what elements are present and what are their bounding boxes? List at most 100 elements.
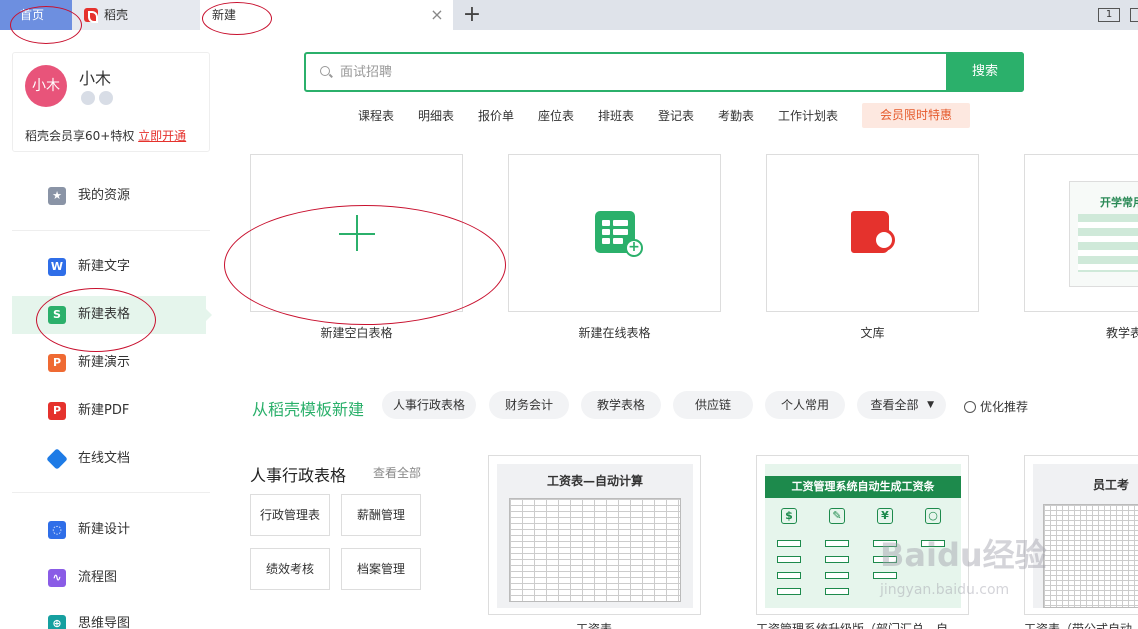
sidebar-divider [12,492,210,493]
keyword-link[interactable]: 登记表 [658,108,694,124]
tag-performance[interactable]: 绩效考核 [250,548,330,590]
tab-daoke-label: 稻壳 [104,8,129,22]
thumb-preview-title: 工资表—自动计算 [546,474,643,488]
chip-finance[interactable]: 财务会计 [489,391,569,419]
teaching-sheet-card[interactable]: 开学常用 [1024,154,1138,312]
mindmap-icon: ⊕ [48,615,66,629]
tab-home[interactable]: 首页 [0,0,72,30]
library-card[interactable] [766,154,979,312]
sidebar-item-my-resources[interactable]: ★ 我的资源 [12,177,206,215]
window-layout-icon[interactable]: 1 [1098,8,1120,22]
sidebar-item-online-doc[interactable]: 在线文档 [12,440,206,478]
sidebar-item-label: 新建演示 [78,355,131,370]
sidebar-item-label: 新建表格 [78,307,131,322]
user-card: 小木 小木 稻壳会员享60+特权 立即开通 [12,52,210,152]
watermark-url: jingyan.baidu.com [880,582,1010,598]
chip-teaching[interactable]: 教学表格 [581,391,661,419]
member-text: 稻壳会员享60+特权 [25,129,135,143]
online-doc-icon [46,448,68,470]
star-icon: ★ [48,187,66,205]
tag-admin-management[interactable]: 行政管理表 [250,494,330,536]
sidebar-item-flowchart[interactable]: ∿ 流程图 [12,559,206,597]
chip-view-all-label: 查看全部 [870,398,919,412]
preview-box [825,572,849,579]
sidebar-item-label: 在线文档 [78,451,131,466]
search-button[interactable]: 搜索 [946,52,1024,92]
level-badge-icon [99,91,113,105]
template-thumb[interactable]: 工资表—自动计算 [488,455,701,615]
teaching-preview: 开学常用 [1069,181,1138,287]
window-grid-icon[interactable] [1130,8,1138,22]
vip-promo-button[interactable]: 会员限时特惠 [862,103,970,128]
app-window: 首页 稻壳 新建 × + 1 小木 小木 稻壳会员享60+特权 立即开通 ★ 我… [0,0,1138,629]
edit-icon: ✎ [829,508,845,524]
optimize-label: 优化推荐 [980,400,1029,414]
yen-icon: ¥ [877,508,893,524]
thumb-preview: 工资表—自动计算 [497,464,693,608]
preview-box [825,540,849,547]
thumb-name: 工资管理系统升级版（部门汇总、自 [756,622,949,629]
tag-salary[interactable]: 薪酬管理 [341,494,421,536]
card-label: 新建在线表格 [578,326,651,340]
sidebar-item-mindmap[interactable]: ⊕ 思维导图 [12,605,206,629]
search-icon: ○ [925,508,941,524]
sidebar-item-new-pdf[interactable]: P 新建PDF [12,392,206,430]
search-icon [320,66,330,76]
keyword-link[interactable]: 报价单 [478,108,514,124]
thumb-name: 工资表 [576,622,613,629]
keyword-link[interactable]: 课程表 [358,108,394,124]
keyword-link[interactable]: 考勤表 [718,108,754,124]
add-tab-icon[interactable]: + [462,3,482,27]
tag-archive[interactable]: 档案管理 [341,548,421,590]
user-name: 小木 [79,69,112,88]
member-badge-icon [81,91,95,105]
plus-icon-stroke [356,215,358,251]
sidebar-item-new-design[interactable]: ◌ 新建设计 [12,511,206,549]
sidebar-item-new-presentation[interactable]: P 新建演示 [12,344,206,382]
close-tab-icon[interactable]: × [430,7,444,23]
sidebar-item-label: 我的资源 [78,188,131,203]
sidebar-item-label: 流程图 [78,570,118,585]
tab-new-label: 新建 [212,8,237,22]
card-label: 新建空白表格 [320,326,393,340]
category-view-all-link[interactable]: 查看全部 [373,464,421,481]
card-label: 文库 [860,326,885,340]
daoke-logo-icon [84,8,98,23]
member-promo: 稻壳会员享60+特权 立即开通 [25,127,186,144]
preview-box [825,556,849,563]
category-title: 人事行政表格 [250,466,347,485]
chip-view-all[interactable]: 查看全部 ▼ [857,391,946,419]
tab-new[interactable]: 新建 [200,0,453,30]
tab-daoke[interactable]: 稻壳 [72,0,200,30]
sidebar-item-new-writer[interactable]: W 新建文字 [12,248,206,286]
smile-icon [964,401,976,413]
chip-supply-chain[interactable]: 供应链 [673,391,753,419]
watermark-brand: Baidu经验 [880,536,1047,574]
preview-box [777,572,801,579]
keyword-link[interactable]: 排班表 [598,108,634,124]
preview-box [777,556,801,563]
keyword-link[interactable]: 明细表 [418,108,454,124]
design-icon: ◌ [48,521,66,539]
avatar[interactable]: 小木 [25,65,67,107]
keyword-link[interactable]: 工作计划表 [778,108,838,124]
member-open-link[interactable]: 立即开通 [138,129,186,143]
search-input[interactable] [340,60,940,84]
sidebar-divider [12,230,210,231]
chip-personal[interactable]: 个人常用 [765,391,845,419]
money-icon: $ [781,508,797,524]
flowchart-icon: ∿ [48,569,66,587]
preview-box [777,540,801,547]
chip-hr-admin[interactable]: 人事行政表格 [382,391,476,419]
tab-home-label: 首页 [20,8,45,22]
preview-box [825,588,849,595]
sidebar-item-label: 新建PDF [78,403,130,418]
sidebar-item-new-sheet[interactable]: S 新建表格 [12,296,212,334]
new-online-sheet-card[interactable]: + [508,154,721,312]
search-bar: 搜索 [304,52,1024,92]
new-blank-sheet-card[interactable] [250,154,463,312]
thumb-preview-title: 员工考 [1093,478,1130,492]
card-label: 教学表 [1106,326,1138,340]
optimize-recommend[interactable]: 优化推荐 [964,398,1028,415]
keyword-link[interactable]: 座位表 [538,108,574,124]
